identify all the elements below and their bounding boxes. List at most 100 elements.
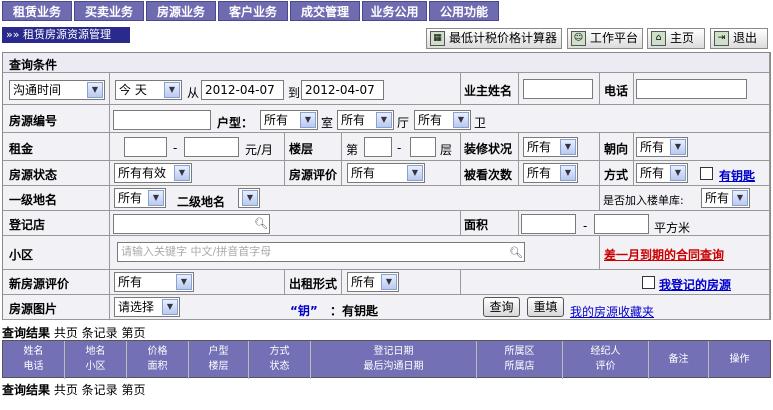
home-icon: ⌂ <box>651 31 666 46</box>
toolbar: »» 租赁房源资源管理 ▦ 最低计税价格计算器 ☺ 工作平台 ⌂ 主页 ⇥ 退出 <box>0 26 773 50</box>
method-select[interactable]: 所有 ▼ <box>636 163 688 183</box>
bath-select[interactable]: 所有 ▼ <box>414 110 471 130</box>
tab-listings[interactable]: 房源业务 <box>146 1 216 21</box>
chevron-down-icon: ▼ <box>560 165 576 181</box>
house-no-input[interactable] <box>113 110 211 130</box>
chevron-down-icon: ▼ <box>300 112 316 128</box>
decor-select[interactable]: 所有 ▼ <box>523 137 578 157</box>
floor-dash: - <box>397 141 402 155</box>
result-summary-bottom: 查询结果 共页 条记录 第页 <box>2 383 146 397</box>
size-unit: 平方米 <box>654 221 691 235</box>
my-listed-link[interactable]: 我登记的房源 <box>659 276 731 293</box>
chevron-down-icon: ▼ <box>148 190 164 206</box>
col-area-community[interactable]: 地名 小区 <box>65 341 127 379</box>
rent-form-select[interactable]: 所有 ▼ <box>347 272 399 292</box>
top-nav: 租赁业务 买卖业务 房源业务 客户业务 成交管理 业务公用 公用功能 <box>0 0 773 22</box>
community-input[interactable]: 请输入关键字 中文/拼音首字母 <box>117 242 525 262</box>
my-listed-checkbox[interactable] <box>642 276 655 289</box>
store-input[interactable] <box>113 214 270 234</box>
chevron-down-icon: ▼ <box>176 274 192 290</box>
house-no-label: 房源编号 <box>9 114 58 128</box>
layout-label: 户型： <box>217 116 254 130</box>
comm-time-select[interactable]: 沟通时间 ▼ <box>9 80 105 100</box>
tab-common-business[interactable]: 业务公用 <box>362 1 427 21</box>
tax-calculator-button[interactable]: ▦ 最低计税价格计算器 <box>426 28 562 49</box>
tab-common-functions[interactable]: 公用功能 <box>429 1 499 21</box>
in-list-select[interactable]: 所有 ▼ <box>701 188 750 208</box>
size-min-input[interactable] <box>521 214 576 234</box>
chevron-down-icon: ▼ <box>560 139 576 155</box>
chevron-down-icon: ▼ <box>670 165 686 181</box>
floor-min-input[interactable] <box>364 137 392 157</box>
chevron-down-icon: ▼ <box>453 112 469 128</box>
chevron-down-icon: ▼ <box>242 190 258 206</box>
rent-max-input[interactable] <box>184 137 239 157</box>
status-select[interactable]: 所有有效 ▼ <box>114 163 192 183</box>
in-list-label: 是否加入楼单库: <box>603 194 684 207</box>
community-label: 小区 <box>9 248 34 262</box>
exit-icon: ⇥ <box>714 31 729 46</box>
landlord-input[interactable] <box>523 79 593 99</box>
hall-select[interactable]: 所有 ▼ <box>337 110 394 130</box>
room-unit: 室 <box>321 116 334 130</box>
chevron-down-icon: ▼ <box>732 190 748 206</box>
area1-select[interactable]: 所有 ▼ <box>114 188 166 208</box>
decor-label: 装修状况 <box>464 142 513 156</box>
has-key-link[interactable]: 有钥匙 <box>719 167 755 184</box>
reset-button[interactable]: 重填 <box>527 297 564 317</box>
workspace-button[interactable]: ☺ 工作平台 <box>567 28 643 49</box>
rent-unit: 元/月 <box>245 143 274 157</box>
col-agent-rating[interactable]: 经纪人 评价 <box>563 341 649 379</box>
store-label: 登记店 <box>9 218 46 232</box>
tab-sales[interactable]: 买卖业务 <box>74 1 144 21</box>
search-icon[interactable]: 🔍︎ <box>509 246 523 259</box>
breadcrumb: »» 租赁房源资源管理 <box>2 27 130 43</box>
col-district-store[interactable]: 所属区 所属店 <box>477 341 563 379</box>
search-icon[interactable]: 🔍︎ <box>254 217 268 230</box>
new-rating-select[interactable]: 所有 ▼ <box>114 272 194 292</box>
query-form: 查询条件 沟通时间 ▼ 今 天 ▼ 从 2012-04-07 到 2012-04-0… <box>2 52 771 320</box>
tab-deals[interactable]: 成交管理 <box>290 1 360 21</box>
floor-max-input[interactable] <box>410 137 436 157</box>
orient-select[interactable]: 所有 ▼ <box>636 137 688 157</box>
col-actions[interactable]: 操作 <box>709 341 770 379</box>
col-method-status[interactable]: 方式 状态 <box>249 341 311 379</box>
phone-input[interactable] <box>636 79 747 99</box>
col-price-size[interactable]: 价格 面积 <box>127 341 189 379</box>
favorites-link[interactable]: 我的房源收藏夹 <box>570 303 654 320</box>
col-layout-floor[interactable]: 户型 楼层 <box>189 341 249 379</box>
rent-dash: - <box>173 141 178 155</box>
area1-label: 一级地名 <box>9 193 58 207</box>
to-label: 到 <box>288 86 301 100</box>
room-select[interactable]: 所有 ▼ <box>260 110 318 130</box>
col-remarks[interactable]: 备注 <box>649 341 709 379</box>
viewed-label: 被看次数 <box>464 168 513 182</box>
tab-clients[interactable]: 客户业务 <box>218 1 288 21</box>
col-name-phone[interactable]: 姓名 电话 <box>3 341 65 379</box>
rent-min-input[interactable] <box>124 137 167 157</box>
chevron-down-icon: ▼ <box>376 112 392 128</box>
chevron-down-icon: ▼ <box>670 139 686 155</box>
home-button[interactable]: ⌂ 主页 <box>647 28 705 49</box>
chevron-down-icon: ▼ <box>162 299 178 315</box>
area2-select[interactable]: ▼ <box>238 188 260 208</box>
date-to-input[interactable]: 2012-04-07 <box>301 80 384 100</box>
viewed-select[interactable]: 所有 ▼ <box>523 163 578 183</box>
rating-label: 房源评价 <box>289 168 338 182</box>
date-from-input[interactable]: 2012-04-07 <box>201 80 284 100</box>
rating-select[interactable]: 所有 ▼ <box>347 163 425 183</box>
period-select[interactable]: 今 天 ▼ <box>115 80 182 100</box>
expire-contract-link[interactable]: 差一月到期的合同查询 <box>604 246 724 263</box>
result-summary-top: 查询结果 共页 条记录 第页 <box>2 326 146 340</box>
photo-select[interactable]: 请选择 ▼ <box>114 297 180 317</box>
exit-button[interactable]: ⇥ 退出 <box>710 28 768 49</box>
size-max-input[interactable] <box>594 214 649 234</box>
chevron-down-icon: ▼ <box>87 82 103 98</box>
query-button[interactable]: 查询 <box>483 297 520 317</box>
rent-label: 租金 <box>9 142 34 156</box>
results-table-header: 姓名 电话 地名 小区 价格 面积 户型 楼层 方式 状态 登记日期 最后沟通日期 所属区所… <box>2 340 771 379</box>
col-dates[interactable]: 登记日期 最后沟通日期 <box>311 341 477 379</box>
bath-unit: 卫 <box>474 116 487 130</box>
tab-rental[interactable]: 租赁业务 <box>2 1 72 21</box>
has-key-checkbox[interactable] <box>700 167 713 180</box>
